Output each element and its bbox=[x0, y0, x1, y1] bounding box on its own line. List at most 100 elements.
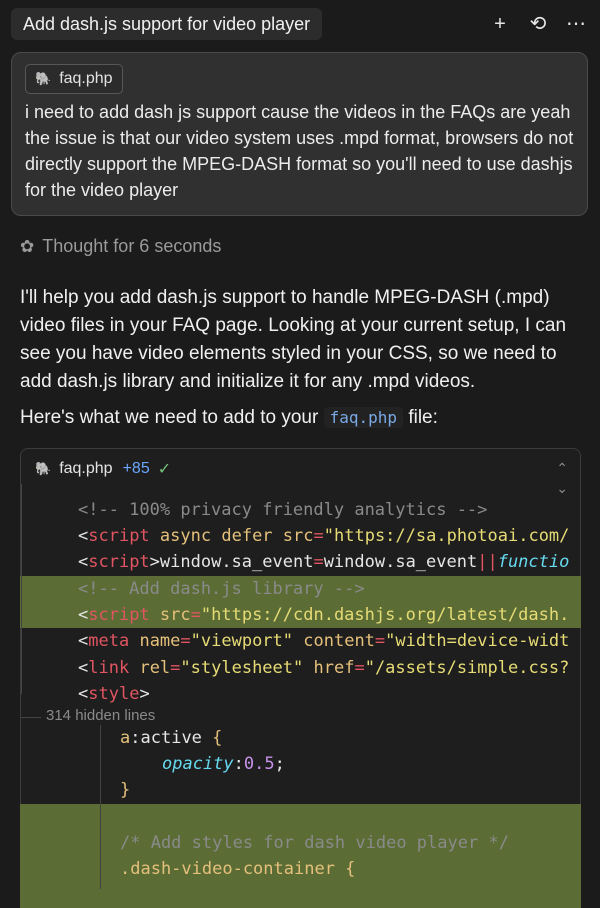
file-attachment-chip[interactable]: 🐘 faq.php bbox=[25, 64, 123, 94]
code-line-content: <script>window.sa_event=window.sa_event|… bbox=[78, 549, 569, 575]
code-token: defer bbox=[221, 526, 273, 546]
thought-label: Thought for 6 seconds bbox=[42, 236, 222, 256]
code-token: 0.5 bbox=[243, 754, 275, 774]
code-intro-suffix: file: bbox=[408, 407, 438, 428]
code-line-content: } bbox=[120, 777, 130, 803]
code-token: "https://cdn.dashjs.org/latest/dash. bbox=[200, 605, 570, 625]
code-token: "viewport" bbox=[190, 631, 294, 651]
top-actions: + ⟲ ⋯ bbox=[490, 10, 586, 38]
code-line-content: <script src="https://cdn.dashjs.org/late… bbox=[78, 602, 569, 628]
code-line-content: <script async defer src="https://sa.phot… bbox=[78, 523, 569, 549]
code-line: <meta name="viewport" content="width=dev… bbox=[20, 628, 581, 654]
user-message: 🐘 faq.php i need to add dash js support … bbox=[11, 52, 588, 216]
code-token: name bbox=[139, 631, 181, 651]
code-token: : bbox=[233, 754, 244, 774]
code-line-added: /* Add styles for dash video player */ bbox=[20, 830, 581, 856]
code-token: href bbox=[313, 658, 355, 678]
check-icon: ✓ bbox=[157, 461, 172, 478]
code-intro-prefix: Here's what we need to add to your bbox=[20, 407, 319, 428]
code-token: functio bbox=[497, 552, 570, 572]
code-token: src bbox=[159, 605, 191, 625]
code-line-content: /* Add styles for dash video player */ bbox=[120, 830, 509, 856]
code-token: = bbox=[313, 552, 324, 572]
code-token: = bbox=[170, 658, 181, 678]
hidden-lines-label[interactable]: 314 hidden lines bbox=[46, 707, 155, 724]
code-token: opacity bbox=[162, 754, 234, 774]
code-token: src bbox=[282, 526, 314, 546]
expand-collapse-icon[interactable]: ⌃ ⌄ bbox=[556, 458, 568, 498]
code-line: <style> bbox=[20, 681, 581, 707]
code-token: rel bbox=[139, 658, 171, 678]
plus-icon[interactable]: + bbox=[490, 10, 510, 38]
code-line-content: .dash-video-container { bbox=[120, 856, 355, 882]
code-token: > bbox=[139, 684, 150, 704]
inline-file-name: faq.php bbox=[323, 407, 404, 428]
code-line: <script async defer src="https://sa.phot… bbox=[20, 523, 581, 549]
code-token: < bbox=[78, 526, 89, 546]
code-token: || bbox=[477, 552, 498, 572]
code-token: async bbox=[159, 526, 212, 546]
code-token: = bbox=[190, 605, 201, 625]
code-token: script bbox=[88, 526, 150, 546]
user-message-text: i need to add dash js support cause the … bbox=[25, 102, 574, 200]
code-token: "/assets/simple.css? bbox=[364, 658, 570, 678]
code-line-added: <!-- Add dash.js library --> bbox=[20, 576, 581, 602]
code-line: <!-- 100% privacy friendly analytics --> bbox=[20, 497, 581, 523]
code-token: style bbox=[88, 684, 140, 704]
code-token: { bbox=[345, 859, 356, 879]
code-line-content: <style> bbox=[78, 681, 150, 707]
conversation-title[interactable]: Add dash.js support for video player bbox=[11, 8, 323, 40]
code-gutter bbox=[21, 484, 22, 694]
code-token: link bbox=[88, 658, 130, 678]
code-token: < bbox=[78, 658, 89, 678]
code-token: meta bbox=[88, 631, 130, 651]
history-icon[interactable]: ⟲ bbox=[528, 10, 548, 38]
code-token: = bbox=[354, 658, 365, 678]
php-file-icon: 🐘 bbox=[35, 461, 52, 476]
added-lines-count: +85 bbox=[122, 460, 150, 477]
code-token: <!-- Add dash.js library --> bbox=[78, 579, 365, 599]
top-bar: Add dash.js support for video player + ⟲… bbox=[0, 0, 600, 48]
code-token: .dash-video-container bbox=[120, 859, 346, 879]
code-line-content: <meta name="viewport" content="width=dev… bbox=[78, 628, 569, 654]
code-token: content bbox=[303, 631, 375, 651]
php-file-icon: 🐘 bbox=[35, 71, 52, 86]
code-token: <!-- 100% privacy friendly analytics --> bbox=[78, 500, 488, 520]
code-indent-guide bbox=[100, 725, 101, 889]
code-line-content: <!-- 100% privacy friendly analytics --> bbox=[78, 497, 487, 523]
file-chip-label: faq.php bbox=[59, 70, 113, 87]
code-line-added: <script src="https://cdn.dashjs.org/late… bbox=[20, 602, 581, 628]
code-token: a bbox=[120, 728, 131, 748]
more-icon[interactable]: ⋯ bbox=[566, 10, 586, 38]
code-token: : bbox=[130, 728, 141, 748]
code-line: <link rel="stylesheet" href="/assets/sim… bbox=[20, 655, 581, 681]
code-line-added bbox=[20, 804, 581, 830]
code-line-content: opacity:0.5; bbox=[162, 751, 285, 777]
code-token: "stylesheet" bbox=[180, 658, 304, 678]
code-token: < bbox=[78, 631, 89, 651]
thought-indicator[interactable]: ✿ Thought for 6 seconds bbox=[20, 236, 221, 257]
code-token: = bbox=[180, 631, 191, 651]
code-token: window.sa_event bbox=[323, 552, 478, 572]
hidden-lines-rule bbox=[21, 717, 41, 718]
code-token: { bbox=[212, 728, 223, 748]
code-token: ; bbox=[274, 754, 285, 774]
code-token: } bbox=[120, 780, 131, 800]
code-token: active bbox=[140, 728, 213, 748]
code-token: < bbox=[78, 605, 89, 625]
code-token: < bbox=[78, 552, 89, 572]
code-token: /* Add styles for dash video player */ bbox=[120, 833, 509, 853]
code-line: } bbox=[20, 777, 581, 803]
assistant-answer: I'll help you add dash.js support to han… bbox=[20, 287, 567, 392]
code-intro: Here's what we need to add to your faq.p… bbox=[20, 404, 585, 432]
code-token: < bbox=[78, 684, 89, 704]
code-block-header[interactable]: 🐘 faq.php +85 ✓ bbox=[21, 449, 580, 489]
